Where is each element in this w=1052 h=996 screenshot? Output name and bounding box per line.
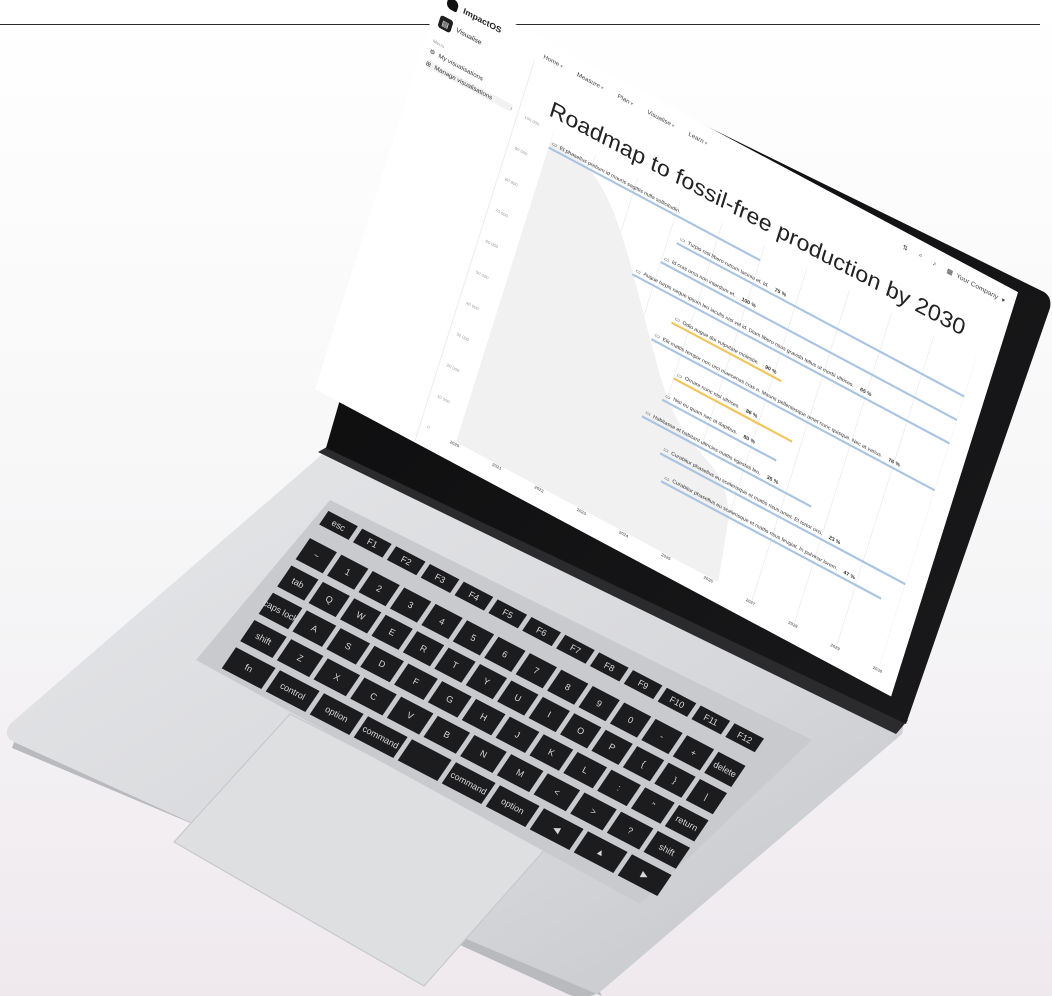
impactos-logo-icon [445,0,460,13]
y-tick-label: 50 000 [475,269,490,281]
sliders-icon: ⊞ [424,60,432,69]
y-tick-label: 10 000 [436,393,451,405]
y-tick-label: 100 000 [523,114,540,127]
nav-plan[interactable]: Plan [617,93,634,107]
gear-icon: ⚙ [428,48,436,57]
y-tick-label: 70 000 [494,207,509,219]
nav-learn[interactable]: Learn [688,131,708,147]
y-tick-label: 40 000 [465,300,480,312]
visualise-button-label: Visualise [455,26,483,47]
search-icon[interactable]: ⌕ [918,252,923,261]
nav-measure[interactable]: Measure [576,72,604,92]
y-tick-label: 90 000 [514,145,528,157]
y-tick-label: 80 000 [504,176,519,188]
chevron-right-icon: › [509,104,514,112]
filter-icon[interactable]: ⇅ [901,243,908,253]
bell-icon[interactable]: ♪ [932,260,937,268]
nav-home[interactable]: Home [543,54,564,70]
y-tick-label: 0 [426,424,431,430]
nav-visualise[interactable]: Visualise [646,109,675,129]
y-tick-label: 30 000 [455,331,470,343]
chart-icon: ▤ [437,14,454,34]
y-tick-label: 20 000 [446,362,460,374]
chevron-down-icon: ▾ [1000,296,1006,305]
building-icon: ▦ [945,267,954,277]
y-tick-label: 60 000 [485,238,499,250]
